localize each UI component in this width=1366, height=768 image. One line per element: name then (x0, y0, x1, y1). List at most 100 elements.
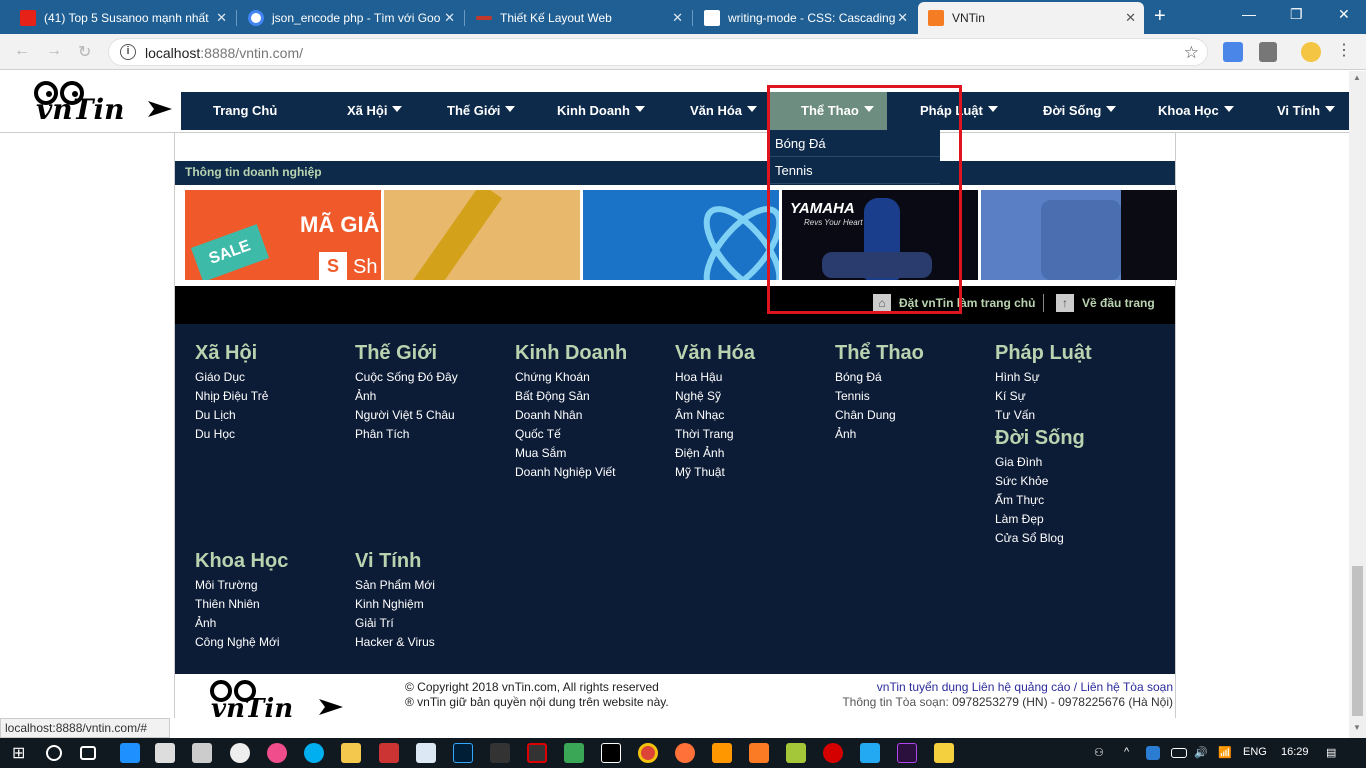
footer-link[interactable]: Bóng Đá (835, 368, 995, 387)
back-to-top-link[interactable]: ↑ Về đầu trang (1043, 294, 1155, 312)
nav-trang-chu[interactable]: Trang Chủ (213, 92, 277, 130)
tab-mdn[interactable]: writing-mode - CSS: Cascading ✕ (694, 2, 916, 34)
footer-link[interactable]: Môi Trường (195, 576, 355, 595)
footer-link[interactable]: Giải Trí (355, 614, 515, 633)
close-icon[interactable]: ✕ (672, 10, 683, 26)
close-window-icon[interactable]: ✕ (1338, 6, 1350, 23)
sublime-icon[interactable] (712, 743, 732, 763)
app-icon[interactable] (230, 743, 250, 763)
footer-link[interactable]: Doanh Nhân (515, 406, 675, 425)
footer-link[interactable]: Ẩm Thực (995, 491, 1155, 510)
footer-link[interactable]: Làm Đẹp (995, 510, 1155, 529)
mail-icon[interactable] (155, 743, 175, 763)
footer-link[interactable]: Ảnh (835, 425, 995, 444)
footer-link[interactable]: Điện Ảnh (675, 444, 835, 463)
footer-heading[interactable]: Xã Hội (195, 342, 355, 365)
vntin-logo[interactable]: vnTin (30, 79, 176, 125)
thumb-react[interactable] (583, 190, 779, 280)
volume-icon[interactable]: 🔊 (1194, 746, 1208, 759)
notification-icon[interactable]: ▤ (1326, 746, 1336, 759)
footer-link[interactable]: Doanh Nghiệp Viết (515, 463, 675, 482)
footer-heading[interactable]: Pháp Luật (995, 342, 1155, 365)
close-icon[interactable]: ✕ (1125, 10, 1136, 26)
footer-link[interactable]: Kí Sự (995, 387, 1155, 406)
footer-link[interactable]: Thiên Nhiên (195, 595, 355, 614)
vntin-footer-logo[interactable]: vnTin (207, 679, 347, 718)
tab-youtube[interactable]: (41) Top 5 Susanoo mạnh nhất ✕ (10, 2, 235, 34)
firefox-icon[interactable] (675, 743, 695, 763)
language-indicator[interactable]: ENG (1243, 746, 1267, 758)
battery-icon[interactable] (1171, 748, 1187, 758)
footer-link[interactable]: Quốc Tế (515, 425, 675, 444)
nav-van-hoa[interactable]: Văn Hóa (690, 92, 758, 130)
restore-icon[interactable]: ❐ (1290, 6, 1303, 23)
info-icon[interactable]: i (120, 44, 136, 60)
footer-link[interactable]: Sản Phẩm Mới (355, 576, 515, 595)
bookmark-star-icon[interactable]: ☆ (1184, 43, 1199, 63)
new-tab-button[interactable]: + (1154, 6, 1166, 26)
footer-link[interactable]: Cuộc Sống Đó Đây (355, 368, 515, 387)
wps-icon[interactable] (379, 743, 399, 763)
close-icon[interactable]: ✕ (897, 10, 908, 26)
footer-contact-links[interactable]: vnTin tuyển dụng Liên hệ quảng cáo / Liê… (877, 680, 1173, 694)
drive-icon[interactable] (564, 743, 584, 763)
clock[interactable]: 16:29 (1281, 746, 1309, 758)
emoji-icon[interactable] (1301, 42, 1321, 62)
footer-link[interactable]: Ảnh (195, 614, 355, 633)
footer-link[interactable]: Sức Khỏe (995, 472, 1155, 491)
footer-link[interactable]: Người Việt 5 Châu (355, 406, 515, 425)
scroll-down-icon[interactable]: ▼ (1353, 723, 1361, 732)
paint-icon[interactable] (267, 743, 287, 763)
footer-link[interactable]: Ảnh (355, 387, 515, 406)
nav-the-gioi[interactable]: Thế Giới (447, 92, 516, 130)
back-icon[interactable]: ← (14, 42, 30, 60)
footer-heading[interactable]: Khoa Học (195, 550, 355, 573)
scroll-up-icon[interactable]: ▲ (1353, 73, 1361, 82)
footer-link[interactable]: Nghệ Sỹ (675, 387, 835, 406)
thumb-ribbon[interactable] (384, 190, 580, 280)
scroll-thumb[interactable] (1352, 566, 1363, 716)
translate-icon[interactable] (1223, 42, 1243, 62)
address-bar[interactable]: i localhost:8888/vntin.com/ ☆ (108, 38, 1208, 66)
tab-layout[interactable]: Thiết Kế Layout Web ✕ (466, 2, 691, 34)
footer-link[interactable]: Cửa Sổ Blog (995, 529, 1155, 548)
footer-link[interactable]: Chân Dung (835, 406, 995, 425)
minimize-icon[interactable]: — (1242, 6, 1256, 22)
app-red-icon[interactable] (823, 743, 843, 763)
footer-heading[interactable]: Thế Giới (355, 342, 515, 365)
footer-heading[interactable]: Đời Sống (995, 427, 1155, 450)
media-icon[interactable] (490, 743, 510, 763)
footer-link[interactable]: Hoa Hậu (675, 368, 835, 387)
notepad-icon[interactable] (416, 743, 436, 763)
thumb-phone[interactable] (981, 190, 1177, 280)
footer-link[interactable]: Mỹ Thuật (675, 463, 835, 482)
footer-link[interactable]: Du Học (195, 425, 355, 444)
intellij-icon[interactable] (601, 743, 621, 763)
nav-khoa-hoc[interactable]: Khoa Học (1158, 92, 1234, 130)
url-text[interactable]: localhost:8888/vntin.com/ (145, 45, 303, 61)
task-view-icon[interactable] (80, 746, 96, 760)
footer-link[interactable]: Phân Tích (355, 425, 515, 444)
network-icon[interactable]: 📶 (1218, 746, 1232, 759)
forward-icon[interactable]: → (46, 42, 62, 60)
page-scrollbar[interactable]: ▲ ▼ (1349, 71, 1366, 738)
store-icon[interactable] (192, 743, 212, 763)
footer-link[interactable]: Kinh Nghiệm (355, 595, 515, 614)
windows-start-icon[interactable]: ⊞ (12, 743, 32, 763)
folder-icon[interactable] (341, 743, 361, 763)
android-icon[interactable] (786, 743, 806, 763)
footer-heading[interactable]: Kinh Doanh (515, 342, 675, 365)
footer-heading[interactable]: Văn Hóa (675, 342, 835, 365)
footer-link[interactable]: Thời Trang (675, 425, 835, 444)
vscode-icon[interactable] (860, 743, 880, 763)
footer-heading[interactable]: Vi Tính (355, 550, 515, 573)
close-icon[interactable]: ✕ (444, 10, 455, 26)
footer-heading[interactable]: Thể Thao (835, 342, 995, 365)
footer-link[interactable]: Mua Sắm (515, 444, 675, 463)
edge-icon[interactable] (120, 743, 140, 763)
tab-vntin[interactable]: VNTin ✕ (918, 2, 1144, 34)
chevron-up-icon[interactable]: ^ (1124, 746, 1129, 758)
ime-icon[interactable] (1146, 746, 1160, 760)
reload-icon[interactable]: ↻ (78, 42, 91, 62)
clapper-icon[interactable] (934, 743, 954, 763)
